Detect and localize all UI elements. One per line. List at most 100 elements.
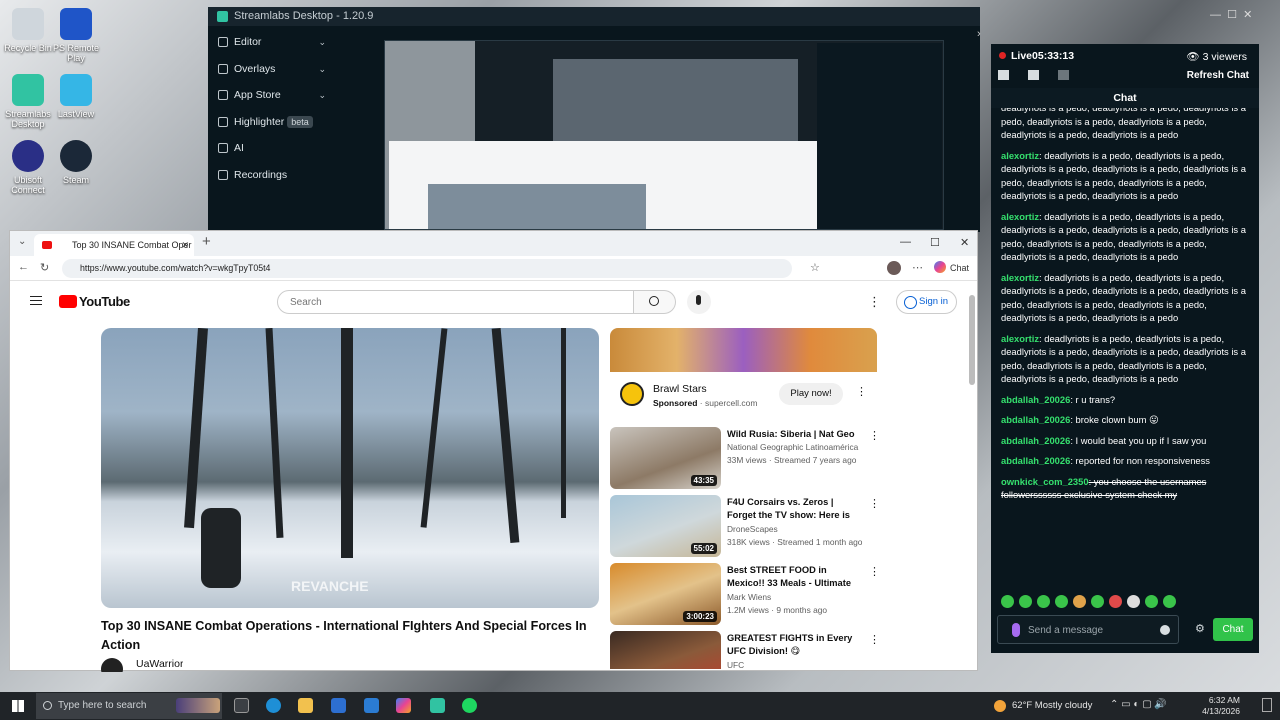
copilot-chat-button[interactable]: Chat bbox=[933, 259, 969, 278]
video-thumbnail[interactable] bbox=[610, 631, 721, 669]
emote-icon[interactable] bbox=[1163, 595, 1176, 608]
video-menu-icon[interactable]: ⋮ bbox=[869, 565, 880, 578]
emote-icon[interactable] bbox=[1127, 595, 1140, 608]
settings-menu-icon[interactable]: ⋮ bbox=[868, 294, 881, 310]
nav-recordings[interactable]: Recordings bbox=[208, 162, 336, 189]
nav-ai[interactable]: AI bbox=[208, 135, 336, 162]
nav-app-store[interactable]: App Store ⌄ bbox=[208, 82, 336, 109]
close-window-button[interactable]: ✕ bbox=[960, 236, 969, 249]
emote-icon[interactable] bbox=[1073, 595, 1086, 608]
collapse-chat-icon[interactable]: › bbox=[977, 28, 981, 40]
nav-editor[interactable]: Editor ⌄ bbox=[208, 29, 336, 56]
sponsored-ad[interactable]: Brawl Stars Sponsored · supercell.com Pl… bbox=[610, 328, 877, 413]
emote-icon[interactable] bbox=[1001, 595, 1014, 608]
task-view-icon[interactable] bbox=[234, 698, 249, 713]
microphone-icon[interactable] bbox=[1012, 623, 1020, 637]
video-menu-icon[interactable]: ⋮ bbox=[869, 497, 880, 510]
store-icon[interactable] bbox=[331, 698, 346, 713]
edit-icon[interactable] bbox=[998, 70, 1009, 80]
play-now-button[interactable]: Play now! bbox=[779, 383, 843, 405]
minimize-button[interactable]: — bbox=[900, 236, 911, 248]
chat-input[interactable] bbox=[1028, 622, 1156, 638]
streamlabs-window-controls[interactable]: — ☐ ✕ bbox=[1210, 8, 1270, 24]
recommended-video[interactable]: GREATEST FIGHTS in Every UFC Division! 😋… bbox=[610, 631, 880, 669]
hamburger-menu-icon[interactable] bbox=[30, 296, 42, 305]
back-arrow-icon[interactable]: ← bbox=[18, 261, 29, 273]
sign-in-button[interactable]: Sign in bbox=[896, 290, 957, 314]
desktop-icon-lastview[interactable]: LastView bbox=[48, 74, 104, 119]
address-bar[interactable]: https://www.youtube.com/watch?v=wkgTpyT0… bbox=[62, 259, 792, 278]
more-icon[interactable]: ⋯ bbox=[912, 261, 923, 274]
video-menu-icon[interactable]: ⋮ bbox=[869, 429, 880, 442]
chat-messages[interactable]: deadlyriots is a pedo, deadlyriots is a … bbox=[991, 108, 1259, 608]
folder-icon[interactable] bbox=[1028, 70, 1039, 80]
send-chat-button[interactable]: Chat bbox=[1213, 618, 1253, 641]
nav-overlays[interactable]: Overlays ⌄ bbox=[208, 56, 336, 83]
desktop-icon-ps-remote-play[interactable]: PS Remote Play bbox=[48, 8, 104, 63]
channel-info[interactable]: UaWarrior bbox=[101, 658, 183, 672]
emote-icon[interactable] bbox=[1019, 595, 1032, 608]
stream-preview[interactable] bbox=[384, 40, 944, 230]
edge-icon[interactable] bbox=[266, 698, 281, 713]
video-menu-icon[interactable]: ⋮ bbox=[869, 633, 880, 646]
emote-icon[interactable] bbox=[1109, 595, 1122, 608]
recordings-icon bbox=[218, 169, 228, 180]
mail-icon[interactable] bbox=[364, 698, 379, 713]
copilot-icon[interactable] bbox=[396, 698, 411, 713]
youtube-logo[interactable]: YouTube bbox=[59, 294, 130, 309]
ai-icon bbox=[218, 143, 228, 153]
channel-avatar[interactable] bbox=[101, 658, 123, 672]
recommended-video[interactable]: 3:00:23 Best STREET FOOD in Mexico!! 33 … bbox=[610, 563, 880, 625]
emoji-icon[interactable] bbox=[1160, 625, 1170, 635]
emote-icon[interactable] bbox=[1037, 595, 1050, 608]
spotify-icon[interactable] bbox=[462, 698, 477, 713]
share-icon[interactable] bbox=[1058, 70, 1069, 80]
ad-menu-icon[interactable]: ⋮ bbox=[856, 385, 867, 398]
windows-start-icon[interactable] bbox=[12, 700, 24, 712]
voice-search-icon[interactable] bbox=[687, 290, 711, 314]
star-icon[interactable]: ☆ bbox=[810, 261, 820, 274]
streamlabs-title: Streamlabs Desktop - 1.20.9 bbox=[234, 10, 374, 22]
tab-youtube[interactable]: Top 30 INSANE Combat Oper ✕ bbox=[34, 234, 194, 256]
clock[interactable]: 6:32 AM 4/13/2026 bbox=[1198, 695, 1240, 717]
streamlabs-icon bbox=[12, 74, 44, 106]
video-thumbnail[interactable]: 55:02 bbox=[610, 495, 721, 557]
video-thumbnail[interactable]: 43:35 bbox=[610, 427, 721, 489]
desktop-icon-steam[interactable]: Steam bbox=[48, 140, 104, 185]
scrollbar[interactable] bbox=[969, 295, 975, 385]
youtube-header: YouTube ⋮ Sign in bbox=[10, 281, 977, 326]
close-tab-icon[interactable]: ✕ bbox=[181, 234, 189, 256]
nav-highlighter[interactable]: Highlighter beta bbox=[208, 109, 336, 136]
chat-message: alexortiz: deadlyriots is a pedo, deadly… bbox=[1001, 149, 1246, 202]
copilot-icon bbox=[933, 261, 946, 273]
recommended-video[interactable]: 55:02 F4U Corsairs vs. Zeros | Forget th… bbox=[610, 495, 880, 557]
video-title: Top 30 INSANE Combat Operations - Intern… bbox=[101, 619, 587, 652]
system-tray-icons[interactable]: ⌃ ▭ ◐ ▢ 🔊 bbox=[1110, 699, 1167, 710]
video-player[interactable]: REVANCHE bbox=[101, 328, 599, 608]
refresh-icon[interactable]: ↻ bbox=[40, 261, 49, 274]
new-tab-button[interactable]: + bbox=[202, 233, 211, 250]
stream-status-bar: Live05:33:13 👁 3 viewers Refresh Chat bbox=[991, 44, 1259, 88]
profile-avatar[interactable] bbox=[887, 261, 901, 275]
emote-icon[interactable] bbox=[1145, 595, 1158, 608]
streamlabs-taskbar-icon[interactable] bbox=[430, 698, 445, 713]
search-input[interactable] bbox=[277, 290, 634, 314]
search-button[interactable] bbox=[634, 290, 676, 314]
ad-banner-image[interactable] bbox=[610, 328, 877, 372]
video-thumbnail[interactable]: 3:00:23 bbox=[610, 563, 721, 625]
weather-widget[interactable]: 62°F Mostly cloudy bbox=[1012, 692, 1092, 720]
emote-icon[interactable] bbox=[1091, 595, 1104, 608]
tab-bar: ⌄ Top 30 INSANE Combat Oper ✕ + — ☐ ✕ bbox=[10, 231, 977, 256]
maximize-button[interactable]: ☐ bbox=[930, 236, 940, 249]
tab-list-icon[interactable]: ⌄ bbox=[18, 236, 26, 247]
refresh-chat-button[interactable]: Refresh Chat bbox=[1187, 70, 1249, 81]
gear-icon[interactable]: ⚙ bbox=[1195, 622, 1205, 635]
chat-message: ownkick_com_2350: you choose the usernam… bbox=[1001, 475, 1207, 501]
emote-icon[interactable] bbox=[1055, 595, 1068, 608]
recommended-video[interactable]: 43:35 Wild Rusia: Siberia | Nat Geo Nati… bbox=[610, 427, 880, 489]
streamlabs-titlebar[interactable]: Streamlabs Desktop - 1.20.9 bbox=[208, 7, 980, 26]
notifications-icon[interactable] bbox=[1262, 698, 1272, 712]
chat-message: abdallah_20026: reported for non respons… bbox=[1001, 455, 1210, 466]
search-highlight-image[interactable] bbox=[176, 698, 220, 713]
file-explorer-icon[interactable] bbox=[298, 698, 313, 713]
